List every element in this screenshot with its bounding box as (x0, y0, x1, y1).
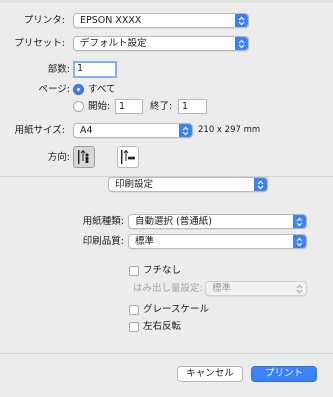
printer-popup[interactable]: EPSON XXXX (73, 13, 249, 28)
paper-size-value: A4 (80, 125, 93, 136)
printer-value: EPSON XXXX (80, 15, 142, 26)
portrait-orientation-button[interactable] (73, 146, 95, 168)
expansion-label: はみ出し量設定: (133, 283, 203, 294)
media-type-value: 自動選択 (普通紙) (135, 216, 212, 227)
grayscale-checkbox[interactable] (129, 305, 139, 315)
paper-size-popup[interactable]: A4 (73, 123, 193, 138)
media-type-popup[interactable]: 自動選択 (普通紙) (128, 214, 307, 229)
print-button[interactable]: プリント (251, 366, 317, 382)
mirror-checkbox[interactable] (129, 322, 139, 332)
section-value: 印刷設定 (115, 179, 154, 190)
preset-popup[interactable]: デフォルト設定 (73, 36, 249, 51)
pages-range-radio[interactable] (73, 101, 84, 112)
print-quality-popup[interactable]: 標準 (128, 234, 307, 249)
section-popup[interactable]: 印刷設定 (108, 177, 268, 192)
grayscale-label: グレースケール (143, 304, 210, 315)
printer-label: プリンタ: (23, 15, 65, 26)
borderless-label: フチなし (143, 265, 182, 276)
pages-to-label: 終了: (150, 101, 173, 112)
chevron-updown-icon (254, 178, 267, 191)
orientation-label: 方向: (47, 152, 70, 163)
expansion-value: 標準 (212, 283, 232, 294)
paper-dimensions: 210 x 297 mm (198, 125, 261, 135)
pages-from-field[interactable]: 1 (115, 99, 143, 114)
pages-all-radio[interactable] (73, 84, 84, 95)
cancel-button[interactable]: キャンセル (177, 366, 243, 382)
paper-size-label: 用紙サイズ: (14, 125, 65, 136)
preset-value: デフォルト設定 (80, 38, 147, 49)
pages-label: ページ: (38, 84, 70, 95)
chevron-updown-icon (235, 14, 248, 27)
mirror-label: 左右反転 (143, 321, 182, 332)
portrait-orientation-icon (78, 149, 89, 164)
chevron-updown-icon (179, 124, 192, 137)
expansion-popup[interactable]: 標準 (205, 281, 307, 296)
footer-separator (0, 353, 333, 354)
landscape-orientation-icon (121, 149, 135, 164)
copies-field[interactable]: 1 (73, 61, 117, 78)
print-quality-label: 印刷品質: (82, 236, 124, 247)
preset-label: プリセット: (14, 38, 65, 49)
pages-to-field[interactable]: 1 (178, 99, 207, 114)
copies-label: 部数: (47, 64, 70, 75)
chevron-updown-icon (235, 37, 248, 50)
print-quality-value: 標準 (135, 236, 155, 247)
landscape-orientation-button[interactable] (117, 146, 139, 168)
chevron-updown-icon (293, 282, 306, 295)
top-edge (0, 0, 333, 3)
media-type-label: 用紙種類: (82, 216, 124, 227)
pages-all-label: すべて (88, 84, 116, 95)
borderless-checkbox[interactable] (129, 266, 139, 276)
chevron-updown-icon (293, 215, 306, 228)
chevron-updown-icon (293, 235, 306, 248)
pages-from-label: 開始: (88, 101, 111, 112)
